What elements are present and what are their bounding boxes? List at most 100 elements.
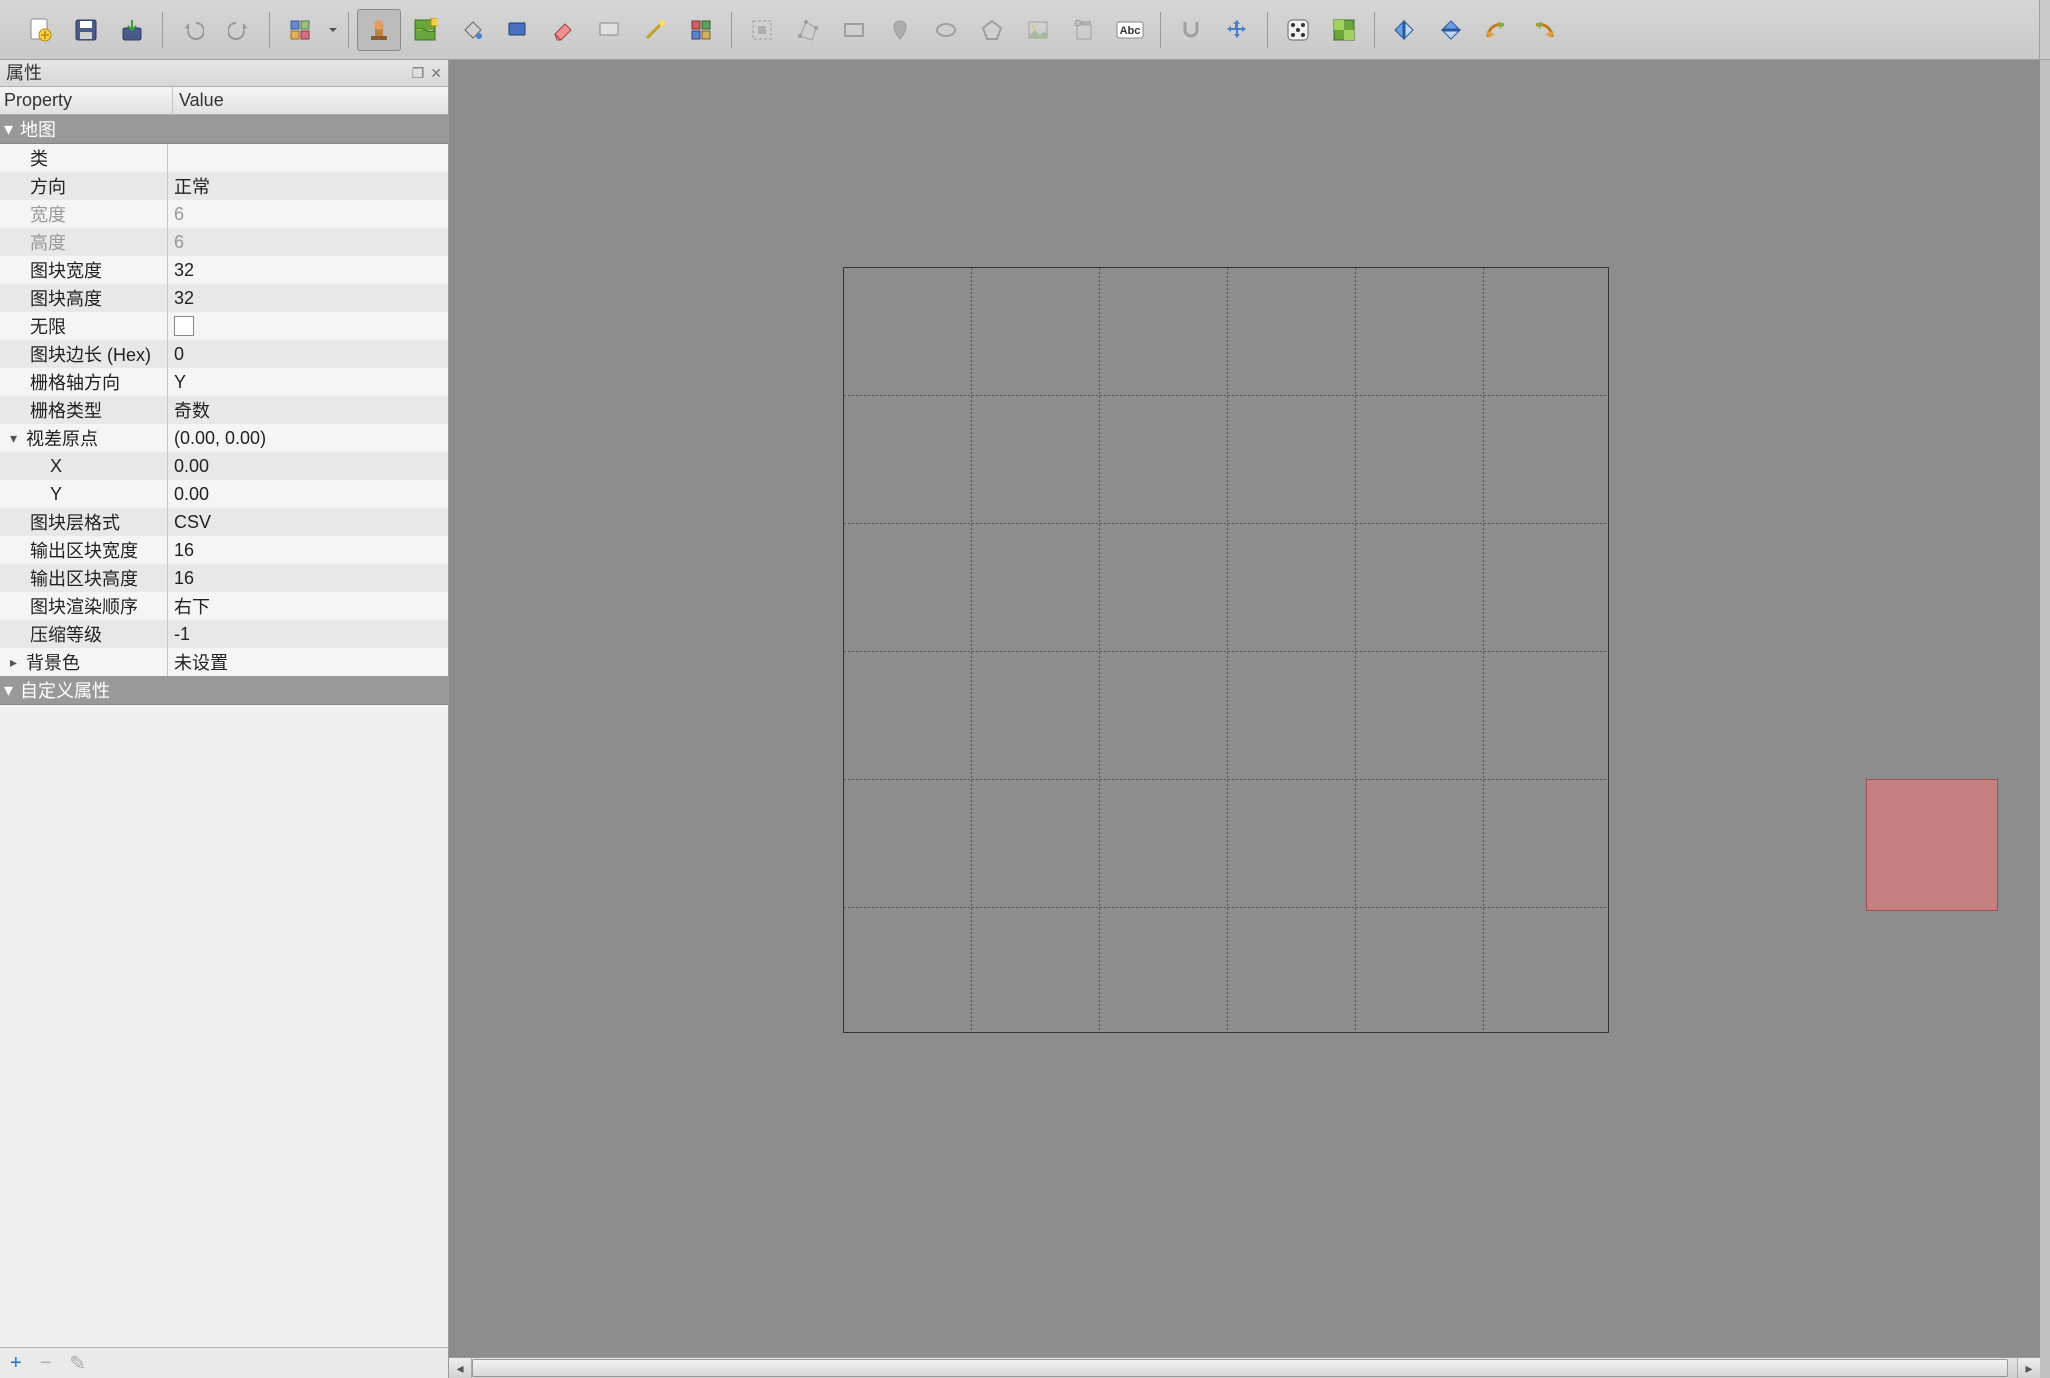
properties-footer: + − ✎ <box>0 1347 448 1378</box>
insert-ellipse-button[interactable] <box>924 9 968 51</box>
random-mode-button[interactable] <box>1276 9 1320 51</box>
prop-value[interactable]: 0 <box>168 340 448 368</box>
insert-point-button[interactable] <box>878 9 922 51</box>
prop-key: 类 <box>0 144 168 172</box>
prop-row-parallax-y[interactable]: Y 0.00 <box>0 480 448 508</box>
stamp-tool-button[interactable] <box>357 9 401 51</box>
prop-row-stagger-axis[interactable]: 栅格轴方向 Y <box>0 368 448 396</box>
group-custom-label: 自定义属性 <box>20 677 110 703</box>
prop-value[interactable]: 右下 <box>168 592 448 620</box>
prop-value[interactable]: 16 <box>168 564 448 592</box>
prop-row-parallax-x[interactable]: X 0.00 <box>0 452 448 480</box>
toolbar-separator <box>731 12 732 48</box>
prop-key: ▸ 背景色 <box>0 648 168 676</box>
terrain-tool-button[interactable] <box>403 9 447 51</box>
grid-line <box>844 779 1608 780</box>
prop-value[interactable] <box>168 144 448 172</box>
prop-row-tile-height[interactable]: 图块高度 32 <box>0 284 448 312</box>
prop-key: 图块层格式 <box>0 508 168 536</box>
prop-value[interactable]: 0.00 <box>168 452 448 480</box>
prop-row-bgcolor[interactable]: ▸ 背景色 未设置 <box>0 648 448 676</box>
fill-mode-button[interactable] <box>1322 9 1366 51</box>
insert-tile-button[interactable] <box>740 9 784 51</box>
scroll-thumb[interactable] <box>472 1359 2008 1377</box>
save-button[interactable] <box>64 9 108 51</box>
rect-select-button[interactable] <box>495 9 539 51</box>
prop-value[interactable]: 32 <box>168 284 448 312</box>
insert-polygon-button[interactable] <box>970 9 1014 51</box>
prop-value[interactable]: (0.00, 0.00) <box>168 424 448 452</box>
prop-value[interactable]: 16 <box>168 536 448 564</box>
scroll-right-icon[interactable]: ▸ <box>2017 1358 2040 1378</box>
prop-value[interactable]: 未设置 <box>168 648 448 676</box>
prop-key: 压缩等级 <box>0 620 168 648</box>
eraser-button[interactable] <box>541 9 585 51</box>
add-property-button[interactable]: + <box>10 1352 22 1375</box>
prop-row-render-order[interactable]: 图块渲染顺序 右下 <box>0 592 448 620</box>
flip-vertical-button[interactable] <box>1429 9 1473 51</box>
undo-button[interactable] <box>171 9 215 51</box>
brush-preview[interactable] <box>1866 779 1998 911</box>
edit-polygon-button[interactable] <box>786 9 830 51</box>
prop-row-height: 高度 6 <box>0 228 448 256</box>
prop-value[interactable]: 0.00 <box>168 480 448 508</box>
toolbar-separator <box>162 12 163 48</box>
rotate-right-button[interactable] <box>1521 9 1565 51</box>
prop-row-chunk-height[interactable]: 输出区块高度 16 <box>0 564 448 592</box>
scroll-track[interactable] <box>472 1358 2017 1378</box>
remove-property-button[interactable]: − <box>40 1352 52 1375</box>
prop-row-stagger-index[interactable]: 栅格类型 奇数 <box>0 396 448 424</box>
command-dropdown[interactable] <box>324 24 342 36</box>
rotate-left-button[interactable] <box>1475 9 1519 51</box>
map-viewport[interactable] <box>449 60 2040 1358</box>
prop-key: 图块渲染顺序 <box>0 592 168 620</box>
prop-value[interactable]: Y <box>168 368 448 396</box>
insert-text-button[interactable]: Abc <box>1108 9 1152 51</box>
edit-property-button[interactable]: ✎ <box>69 1351 86 1376</box>
prop-value[interactable] <box>168 312 448 340</box>
move-button[interactable] <box>1215 9 1259 51</box>
panel-float-icon[interactable]: ❐ <box>412 60 425 86</box>
select-same-button[interactable] <box>679 9 723 51</box>
prop-row-tile-width[interactable]: 图块宽度 32 <box>0 256 448 284</box>
prop-row-infinite[interactable]: 无限 <box>0 312 448 340</box>
flip-horizontal-button[interactable] <box>1383 9 1427 51</box>
prop-row-layer-format[interactable]: 图块层格式 CSV <box>0 508 448 536</box>
prop-row-orientation[interactable]: 方向 正常 <box>0 172 448 200</box>
prop-row-class[interactable]: 类 <box>0 144 448 172</box>
prop-key-text: 背景色 <box>26 649 80 675</box>
prop-value[interactable]: CSV <box>168 508 448 536</box>
bucket-fill-button[interactable] <box>449 9 493 51</box>
export-button[interactable] <box>110 9 154 51</box>
prop-row-parallax-origin[interactable]: ▾ 视差原点 (0.00, 0.00) <box>0 424 448 452</box>
svg-text:Abc: Abc <box>1120 25 1141 37</box>
prop-value[interactable]: 正常 <box>168 172 448 200</box>
prop-row-chunk-width[interactable]: 输出区块宽度 16 <box>0 536 448 564</box>
prop-row-width: 宽度 6 <box>0 200 448 228</box>
redo-button[interactable] <box>217 9 261 51</box>
chevron-right-icon[interactable]: ▸ <box>10 654 24 671</box>
rect-fill-button[interactable] <box>587 9 631 51</box>
command-button[interactable] <box>278 9 322 51</box>
right-dock-strip[interactable] <box>2039 0 2050 59</box>
chevron-down-icon[interactable]: ▾ <box>10 430 24 447</box>
prop-row-hex-side[interactable]: 图块边长 (Hex) 0 <box>0 340 448 368</box>
scroll-left-icon[interactable]: ◂ <box>449 1358 472 1378</box>
checkbox-icon[interactable] <box>174 316 194 336</box>
map-grid[interactable] <box>843 267 1609 1033</box>
prop-value[interactable]: -1 <box>168 620 448 648</box>
properties-header: Property Value <box>0 87 448 115</box>
insert-template-button[interactable] <box>1062 9 1106 51</box>
new-file-button[interactable] <box>18 9 62 51</box>
magic-wand-button[interactable] <box>633 9 677 51</box>
prop-value[interactable]: 32 <box>168 256 448 284</box>
insert-image-button[interactable] <box>1016 9 1060 51</box>
prop-value[interactable]: 奇数 <box>168 396 448 424</box>
insert-rect-button[interactable] <box>832 9 876 51</box>
panel-close-icon[interactable]: ✕ <box>430 60 442 86</box>
snap-button[interactable] <box>1169 9 1213 51</box>
prop-row-compression[interactable]: 压缩等级 -1 <box>0 620 448 648</box>
group-map[interactable]: ▾ 地图 <box>0 115 448 144</box>
horizontal-scrollbar[interactable]: ◂ ▸ <box>449 1357 2040 1378</box>
group-custom[interactable]: ▾ 自定义属性 <box>0 676 448 705</box>
